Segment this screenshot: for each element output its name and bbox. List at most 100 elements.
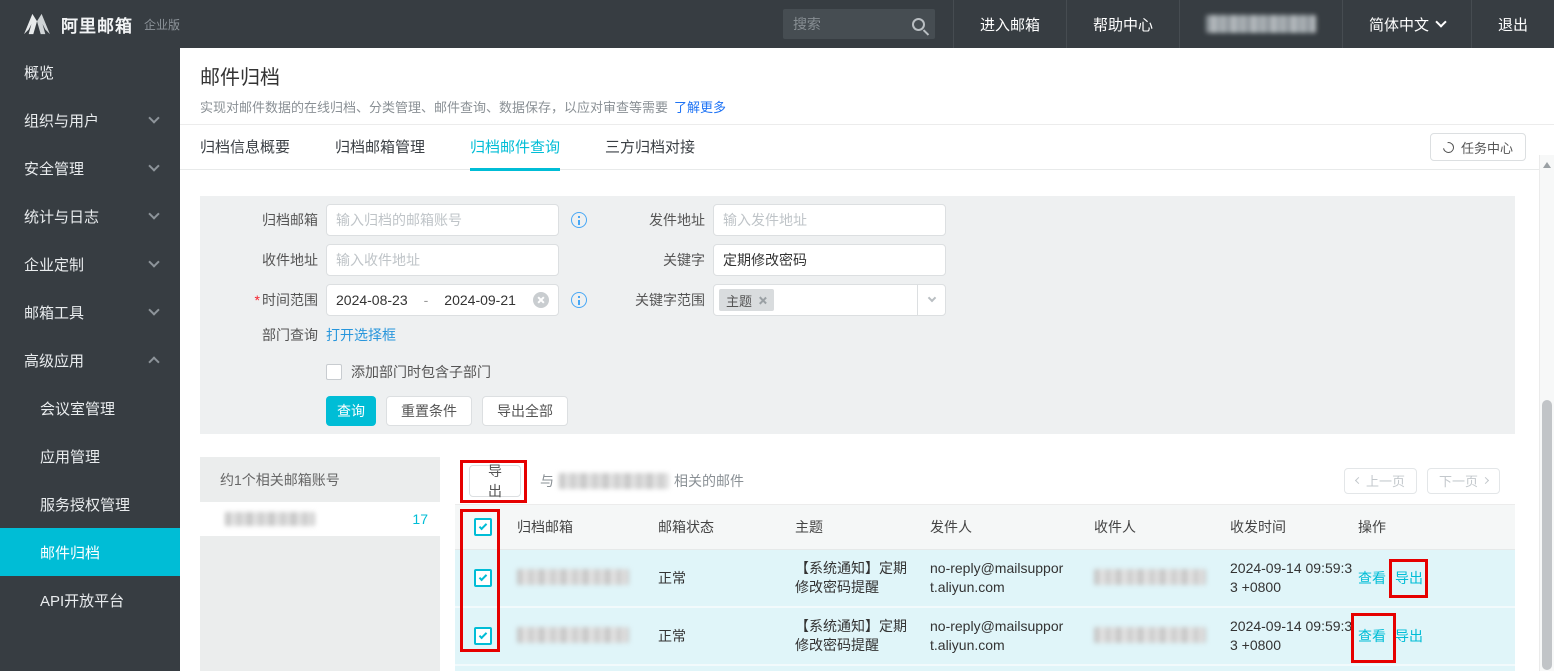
- remove-tag-icon[interactable]: [758, 296, 767, 305]
- sidebar-item-stats-logs[interactable]: 统计与日志: [0, 192, 180, 240]
- reset-button[interactable]: 重置条件: [386, 396, 472, 426]
- time-range-field[interactable]: 2024-08-23 - 2024-09-21: [326, 284, 559, 316]
- sidebar-item-mail-tools[interactable]: 邮箱工具: [0, 288, 180, 336]
- export-selected-button[interactable]: 导出: [469, 465, 521, 497]
- recipient-address-label: 收件地址: [200, 250, 318, 270]
- tab-archive-mail-query[interactable]: 归档邮件查询: [470, 125, 560, 170]
- col-header-status: 邮箱状态: [658, 517, 795, 537]
- task-center-label: 任务中心: [1461, 138, 1513, 157]
- include-subdepartment-label: 添加部门时包含子部门: [351, 362, 491, 382]
- date-end-value[interactable]: 2024-09-21: [444, 292, 516, 308]
- sidebar-item-label: 邮箱工具: [24, 302, 84, 323]
- account-list-item[interactable]: 17: [200, 502, 440, 536]
- keyword-scope-tag[interactable]: 主题: [719, 289, 774, 311]
- tab-archive-mailbox-management[interactable]: 归档邮箱管理: [335, 125, 425, 170]
- info-icon[interactable]: [571, 292, 587, 308]
- open-department-selector-link[interactable]: 打开选择框: [326, 325, 396, 345]
- row-checkbox[interactable]: [474, 569, 492, 587]
- sidebar-item-label: 高级应用: [24, 350, 84, 371]
- date-start-value[interactable]: 2024-08-23: [336, 292, 408, 308]
- results-section: 约1个相关邮箱账号 17 导出 与 相关的邮件 上一页 下一页: [200, 457, 1515, 671]
- info-icon[interactable]: [571, 212, 587, 228]
- related-prefix: 与: [540, 471, 554, 491]
- page-title: 邮件归档: [200, 61, 1534, 90]
- check-icon: [479, 573, 487, 581]
- account-name[interactable]: [1179, 0, 1342, 48]
- learn-more-link[interactable]: 了解更多: [674, 100, 726, 115]
- sidebar-item-enterprise-custom[interactable]: 企业定制: [0, 240, 180, 288]
- sender-address-field[interactable]: [713, 204, 946, 236]
- topbar-search[interactable]: [783, 9, 935, 39]
- tab-third-party-archive[interactable]: 三方归档对接: [605, 125, 695, 170]
- language-selector[interactable]: 简体中文: [1342, 0, 1471, 48]
- search-input[interactable]: [793, 16, 912, 32]
- sidebar-item-overview[interactable]: 概览: [0, 48, 180, 96]
- sidebar-item-org-users[interactable]: 组织与用户: [0, 96, 180, 144]
- redacted-account-name: [1206, 15, 1316, 33]
- sidebar-item-mail-archive[interactable]: 邮件归档: [0, 528, 180, 576]
- mail-results: 导出 与 相关的邮件 上一页 下一页 归档邮箱 邮箱状态 主题 发件人 收件人 …: [455, 457, 1515, 671]
- include-subdepartment-checkbox[interactable]: [326, 364, 342, 380]
- redacted-related-account: [559, 473, 669, 489]
- date-separator: -: [424, 292, 429, 308]
- sidebar-item-label: 企业定制: [24, 254, 84, 275]
- table-row: 正常 【系统通知】定期修改密码提醒 no-reply@mailsupport.a…: [455, 550, 1515, 608]
- clear-date-icon[interactable]: [533, 292, 549, 308]
- brand-edition: 企业版: [144, 16, 180, 33]
- sidebar-item-meeting-room[interactable]: 会议室管理: [0, 384, 180, 432]
- col-header-subject: 主题: [795, 518, 930, 537]
- tab-archive-info-overview[interactable]: 归档信息概要: [200, 125, 290, 170]
- page-header: 邮件归档 实现对邮件数据的在线归档、分类管理、邮件查询、数据保存，以应对审查等需…: [180, 48, 1554, 125]
- keyword-field[interactable]: [713, 244, 946, 276]
- redacted-recipient: [1094, 627, 1206, 643]
- sidebar-item-service-auth[interactable]: 服务授权管理: [0, 480, 180, 528]
- sidebar-item-app-management[interactable]: 应用管理: [0, 432, 180, 480]
- view-link[interactable]: 查看: [1358, 626, 1386, 646]
- redacted-mailbox: [517, 569, 629, 585]
- archive-mailbox-input[interactable]: [336, 212, 549, 228]
- task-center-button[interactable]: 任务中心: [1430, 133, 1526, 161]
- help-center-label: 帮助中心: [1093, 14, 1153, 35]
- keyword-scope-select[interactable]: 主题: [713, 284, 946, 316]
- sidebar-item-api-platform[interactable]: API开放平台: [0, 576, 180, 624]
- filter-row: 归档邮箱 发件地址: [200, 204, 1515, 236]
- brand-name: 阿里邮箱: [61, 12, 133, 37]
- chevron-down-icon: [148, 256, 159, 267]
- export-link[interactable]: 导出: [1395, 568, 1423, 588]
- help-center-button[interactable]: 帮助中心: [1066, 0, 1179, 48]
- search-icon[interactable]: [912, 18, 925, 31]
- select-dropdown-area[interactable]: [917, 285, 945, 315]
- archive-mailbox-field[interactable]: [326, 204, 559, 236]
- sender-address-input[interactable]: [723, 212, 936, 228]
- view-link[interactable]: 查看: [1358, 568, 1386, 588]
- row-checkbox[interactable]: [474, 627, 492, 645]
- keyword-input[interactable]: [723, 252, 936, 268]
- select-all-checkbox[interactable]: [474, 518, 492, 536]
- scrollbar-up-arrow[interactable]: [1543, 162, 1551, 168]
- mail-time: 2024-09-14 09:59:33 +0800: [1230, 617, 1358, 655]
- prev-page-label: 上一页: [1366, 471, 1405, 490]
- logout-button[interactable]: 退出: [1471, 0, 1554, 48]
- filter-panel: 归档邮箱 发件地址 收件地址 关键字 *时间范围 2024-08-: [200, 196, 1515, 434]
- check-icon: [479, 631, 487, 639]
- col-header-sender: 发件人: [930, 518, 1094, 537]
- related-accounts-header: 约1个相关邮箱账号: [200, 457, 440, 502]
- next-page-button[interactable]: 下一页: [1427, 468, 1500, 494]
- enter-mailbox-button[interactable]: 进入邮箱: [953, 0, 1066, 48]
- export-all-button[interactable]: 导出全部: [482, 396, 568, 426]
- sidebar-item-security[interactable]: 安全管理: [0, 144, 180, 192]
- results-toolbar: 导出 与 相关的邮件 上一页 下一页: [455, 457, 1515, 504]
- scrollbar-thumb[interactable]: [1542, 400, 1552, 670]
- recipient-address-input[interactable]: [336, 252, 549, 268]
- prev-page-button[interactable]: 上一页: [1344, 468, 1417, 494]
- chevron-down-icon: [927, 294, 935, 302]
- recipient-address-field[interactable]: [326, 244, 559, 276]
- col-header-mailbox: 归档邮箱: [517, 517, 658, 537]
- sidebar-item-advanced-apps[interactable]: 高级应用: [0, 336, 180, 384]
- mailbox-status: 正常: [658, 626, 795, 646]
- search-button[interactable]: 查询: [326, 396, 376, 426]
- time-range-label: *时间范围: [200, 290, 318, 310]
- keyword-scope-label: 关键字范围: [599, 290, 705, 310]
- tag-label: 主题: [726, 291, 752, 310]
- export-link[interactable]: 导出: [1395, 626, 1423, 646]
